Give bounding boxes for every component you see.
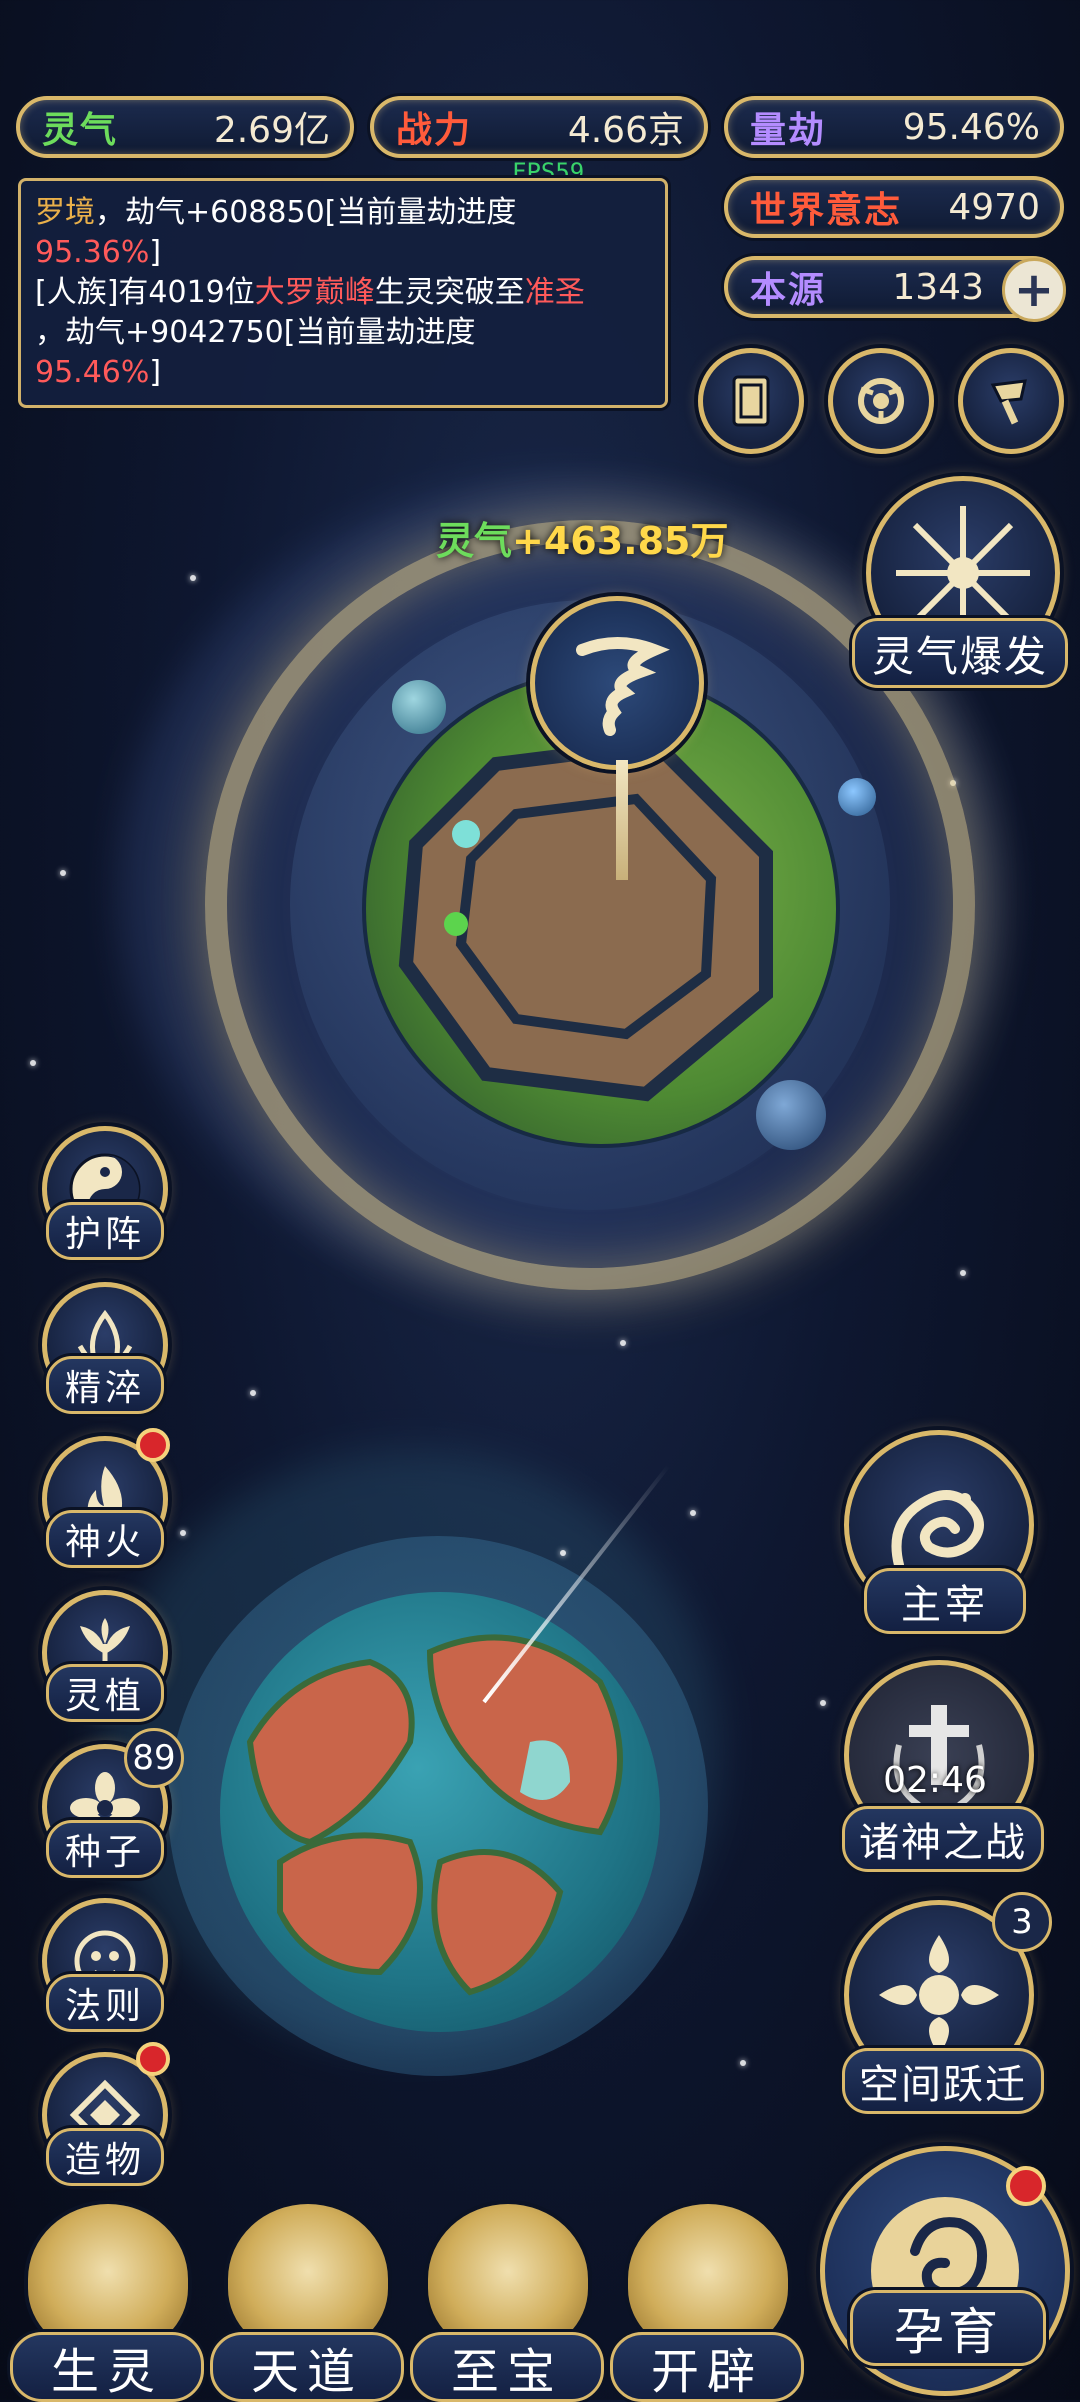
faze-label[interactable]: 法则 [46, 1974, 164, 2032]
continents-icon [246, 1634, 623, 1996]
liangjie-stat[interactable]: 量劫 95.46% [724, 96, 1064, 158]
zhanli-stat: 战力 4.66京 [370, 96, 708, 158]
star [620, 1340, 626, 1346]
liangjie-value: 95.46% [902, 106, 1040, 148]
moon-2 [838, 778, 876, 816]
kaipi-label: 开辟 [610, 2332, 804, 2402]
star [740, 2060, 746, 2066]
axe-button[interactable] [958, 348, 1064, 454]
lingqi-burst-label[interactable]: 灵气爆发 [852, 618, 1068, 688]
zhongzi-count-badge: 89 [124, 1728, 184, 1788]
zaowu-label[interactable]: 造物 [46, 2128, 164, 2186]
star [690, 1510, 696, 1516]
zaowu-notification-dot [136, 2042, 170, 2076]
card-icon [732, 375, 770, 427]
jingcui-label[interactable]: 精淬 [46, 1356, 164, 1414]
star [30, 1060, 36, 1066]
gain-label: 灵气 [436, 519, 513, 563]
benyuan-label: 本源 [750, 270, 827, 311]
log-line: [人族]有4019位大罗巅峰生灵突破至准圣 ，劫气+9042750[当前量劫进度… [35, 273, 651, 393]
zhongzi-label[interactable]: 种子 [46, 1820, 164, 1878]
moon-3 [756, 1080, 826, 1150]
gods-battle-timer: 02:46 [883, 1760, 987, 1801]
star [960, 1270, 966, 1276]
moon-1 [392, 680, 446, 734]
space-warp-count-badge: 3 [992, 1892, 1052, 1952]
gain-value: +463.85万 [512, 519, 729, 563]
event-log: 罗境，劫气+608850[当前量劫进度 95.36%] [人族]有4019位大罗… [18, 178, 668, 408]
log-progress: 95.46% [35, 355, 150, 390]
zhuzai-label[interactable]: 主宰 [864, 1568, 1026, 1634]
add-benyuan-button[interactable]: + [1002, 258, 1066, 322]
tiandao-label: 天道 [210, 2332, 404, 2402]
log-text: ] [149, 235, 162, 270]
lingqi-value: 2.69亿 [213, 110, 330, 151]
zhibao-label: 至宝 [410, 2332, 604, 2402]
log-rank: 大罗巅峰 [254, 275, 375, 310]
tornado-icon [576, 637, 670, 736]
zhanli-value: 4.66京 [567, 110, 684, 151]
lingzhi-label[interactable]: 灵植 [46, 1664, 164, 1722]
axe-icon [990, 379, 1027, 425]
zhanli-label: 战力 [396, 110, 473, 151]
benyuan-value: 1343 [892, 266, 984, 308]
bottom-nav-tiandao[interactable]: 天道 [210, 2200, 404, 2402]
log-text: ] [149, 355, 162, 390]
shenhuo-label[interactable]: 神火 [46, 1510, 164, 1568]
vortex-button[interactable] [828, 348, 934, 454]
card-button[interactable] [698, 348, 804, 454]
lingqi-gain: 灵气+463.85万 [436, 510, 729, 565]
log-text: 生灵突破至 [374, 275, 525, 310]
log-line: 罗境，劫气+608850[当前量劫进度 95.36%] [35, 193, 651, 273]
vortex-icon [858, 378, 904, 424]
yunyu-label[interactable]: 孕育 [850, 2290, 1046, 2366]
shijie-label: 世界意志 [750, 190, 903, 231]
lingqi-stat: 灵气 2.69亿 [16, 96, 354, 158]
sun-swirl-icon [879, 1935, 999, 2055]
space-warp-label[interactable]: 空间跃迁 [842, 2048, 1044, 2114]
bottom-nav-zhibao[interactable]: 至宝 [410, 2200, 604, 2402]
star [820, 1700, 826, 1706]
bottom-nav-shengling[interactable]: 生灵 [10, 2200, 204, 2402]
log-text: ，劫气+608850[当前量劫进度 [95, 195, 517, 230]
star [250, 1390, 256, 1396]
yunyu-notification-dot [1006, 2166, 1046, 2206]
gods-battle-label[interactable]: 诸神之战 [842, 1806, 1044, 1872]
log-progress: 95.36% [35, 235, 150, 270]
log-name: 罗境 [35, 195, 95, 230]
marker-pin [616, 760, 628, 880]
tornado-marker[interactable] [530, 596, 704, 770]
star [190, 575, 196, 581]
log-rank: 准圣 [524, 275, 585, 310]
star [560, 1550, 566, 1556]
world-planet[interactable] [220, 1592, 660, 2032]
shijie-value: 4970 [948, 186, 1040, 228]
shengling-label: 生灵 [10, 2332, 204, 2402]
bottom-nav-kaipi[interactable]: 开辟 [610, 2200, 804, 2402]
star [60, 870, 66, 876]
benyuan-stat: 本源 1343 + [724, 256, 1066, 322]
star [180, 1530, 186, 1536]
shenhuo-notification-dot [136, 1428, 170, 1462]
shijie-stat[interactable]: 世界意志 4970 [724, 176, 1064, 238]
log-text: [人族]有4019位 [35, 275, 255, 310]
log-text: ，劫气+9042750[当前量劫进度 [35, 315, 476, 350]
liangjie-label: 量劫 [750, 110, 827, 151]
huzhen-label[interactable]: 护阵 [46, 1202, 164, 1260]
lingqi-label: 灵气 [42, 110, 119, 151]
sword-icon [893, 1705, 985, 1808]
